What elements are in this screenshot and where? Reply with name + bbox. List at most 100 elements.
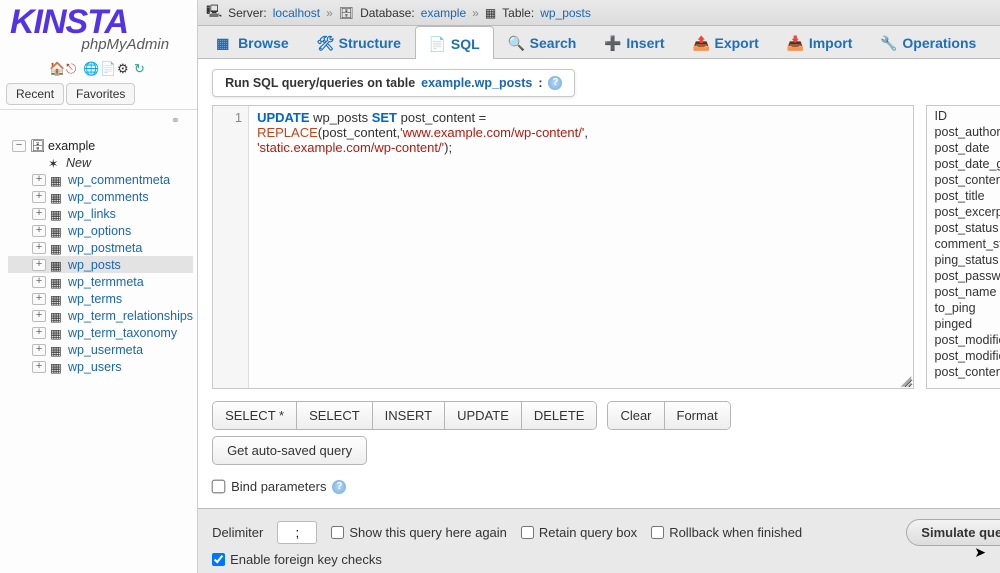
- structure-icon: 🛠: [317, 35, 333, 51]
- tree-table-wp_termmeta[interactable]: +▦wp_termmeta: [8, 273, 193, 290]
- tree-table-wp_terms[interactable]: +▦wp_terms: [8, 290, 193, 307]
- table-icon: ▦: [50, 190, 64, 204]
- exit-icon[interactable]: ⎋: [66, 61, 80, 75]
- expand-icon[interactable]: +: [32, 242, 46, 254]
- expand-icon[interactable]: +: [32, 225, 46, 237]
- expand-icon[interactable]: +: [32, 344, 46, 356]
- update-button[interactable]: UPDATE: [445, 402, 522, 429]
- tab-sql[interactable]: 📄SQL: [415, 26, 494, 59]
- autosaved-query-button[interactable]: Get auto-saved query: [212, 436, 367, 465]
- tree-table-wp_usermeta[interactable]: +▦wp_usermeta: [8, 341, 193, 358]
- help-icon[interactable]: ?: [332, 480, 346, 494]
- search-icon: 🔍: [508, 35, 524, 51]
- column-option[interactable]: post_date: [931, 140, 1000, 156]
- home-icon[interactable]: 🏠: [49, 61, 63, 75]
- column-option[interactable]: ID: [931, 108, 1000, 124]
- recent-tab[interactable]: Recent: [6, 83, 64, 105]
- expand-icon[interactable]: +: [32, 191, 46, 203]
- expand-icon[interactable]: +: [32, 208, 46, 220]
- tab-browse[interactable]: ▦Browse: [202, 26, 303, 58]
- tree-table-wp_posts[interactable]: +▦wp_posts: [8, 256, 193, 273]
- column-option[interactable]: pinged: [931, 316, 1000, 332]
- table-icon: ▦: [50, 292, 64, 306]
- tab-export[interactable]: 📤Export: [678, 26, 772, 58]
- column-option[interactable]: post_status: [931, 220, 1000, 236]
- tree-table-wp_term_relationships[interactable]: +▦wp_term_relationships: [8, 307, 193, 324]
- column-option[interactable]: post_modified_gmt: [931, 348, 1000, 364]
- query-title-link[interactable]: example.wp_posts: [421, 76, 532, 90]
- tree-db[interactable]: − 🗄 example: [8, 137, 193, 154]
- help-icon[interactable]: ?: [548, 76, 562, 90]
- column-option[interactable]: post_modified: [931, 332, 1000, 348]
- table-icon: ▦: [50, 173, 64, 187]
- expand-icon[interactable]: +: [32, 174, 46, 186]
- bind-params-checkbox[interactable]: [212, 480, 226, 494]
- tab-operations[interactable]: 🔧Operations: [866, 26, 990, 58]
- column-option[interactable]: post_author: [931, 124, 1000, 140]
- expand-icon[interactable]: +: [32, 259, 46, 271]
- tree-table-wp_term_taxonomy[interactable]: +▦wp_term_taxonomy: [8, 324, 193, 341]
- foreign-key-checkbox[interactable]: [212, 553, 225, 566]
- tree-table-wp_commentmeta[interactable]: +▦wp_commentmeta: [8, 171, 193, 188]
- link-icon[interactable]: ⚭: [0, 110, 197, 133]
- tree-table-wp_postmeta[interactable]: +▦wp_postmeta: [8, 239, 193, 256]
- clear-button[interactable]: Clear: [608, 402, 664, 429]
- globe-icon[interactable]: 🌐: [83, 61, 97, 75]
- table-icon: ▦: [50, 360, 64, 374]
- tree-table-wp_options[interactable]: +▦wp_options: [8, 222, 193, 239]
- tree-table-wp_users[interactable]: +▦wp_users: [8, 358, 193, 375]
- column-option[interactable]: post_excerpt: [931, 204, 1000, 220]
- query-title: Run SQL query/queries on table example.w…: [212, 69, 575, 97]
- table-icon: ▦: [50, 258, 64, 272]
- delete-button[interactable]: DELETE: [522, 402, 597, 429]
- column-option[interactable]: to_ping: [931, 300, 1000, 316]
- resize-handle-icon[interactable]: ◢: [901, 376, 911, 386]
- breadcrumb-table[interactable]: wp_posts: [540, 6, 591, 20]
- main-tabs: ▦Browse🛠Structure📄SQL🔍Search➕Insert📤Expo…: [198, 26, 1000, 59]
- tab-triggers[interactable]: ⚡Triggers: [990, 26, 1000, 58]
- tab-search[interactable]: 🔍Search: [494, 26, 591, 58]
- columns-list[interactable]: IDpost_authorpost_datepost_date_gmtpost_…: [926, 105, 1000, 389]
- logo: KINSTA phpMyAdmin: [0, 0, 197, 55]
- delimiter-input[interactable]: [277, 521, 317, 544]
- table-icon: ▦: [50, 241, 64, 255]
- expand-icon[interactable]: +: [32, 327, 46, 339]
- collapse-icon[interactable]: −: [12, 140, 26, 152]
- breadcrumb-db[interactable]: example: [421, 6, 466, 20]
- column-option[interactable]: ping_status: [931, 252, 1000, 268]
- column-option[interactable]: post_date_gmt: [931, 156, 1000, 172]
- tree-new[interactable]: ✶ New: [8, 154, 193, 171]
- insert-button[interactable]: INSERT: [373, 402, 445, 429]
- breadcrumb-server[interactable]: localhost: [273, 6, 320, 20]
- reload-icon[interactable]: ↻: [134, 61, 148, 75]
- select-star-button[interactable]: SELECT *: [213, 402, 297, 429]
- expand-icon[interactable]: +: [32, 310, 46, 322]
- new-icon: ✶: [48, 156, 62, 170]
- column-option[interactable]: post_name: [931, 284, 1000, 300]
- tab-structure[interactable]: 🛠Structure: [303, 26, 415, 58]
- tab-insert[interactable]: ➕Insert: [590, 26, 678, 58]
- simulate-query-button[interactable]: Simulate query: [906, 519, 1000, 546]
- gear-icon[interactable]: ⚙: [117, 61, 131, 75]
- select-button[interactable]: SELECT: [297, 402, 373, 429]
- format-button[interactable]: Format: [665, 402, 730, 429]
- column-option[interactable]: post_password: [931, 268, 1000, 284]
- sql-code[interactable]: UPDATE wp_posts SET post_content = REPLA…: [249, 106, 596, 388]
- retain-checkbox[interactable]: [521, 526, 534, 539]
- expand-icon[interactable]: +: [32, 361, 46, 373]
- db-tree: − 🗄 example ✶ New +▦wp_commentmeta+▦wp_c…: [0, 133, 197, 573]
- favorites-tab[interactable]: Favorites: [66, 83, 135, 105]
- docs-icon[interactable]: 📄: [100, 61, 114, 75]
- sql-editor[interactable]: 1 UPDATE wp_posts SET post_content = REP…: [212, 105, 913, 389]
- rollback-checkbox[interactable]: [651, 526, 664, 539]
- expand-icon[interactable]: +: [32, 293, 46, 305]
- column-option[interactable]: comment_status: [931, 236, 1000, 252]
- column-option[interactable]: post_content_filtered: [931, 364, 1000, 380]
- expand-icon[interactable]: +: [32, 276, 46, 288]
- tree-table-wp_comments[interactable]: +▦wp_comments: [8, 188, 193, 205]
- column-option[interactable]: post_content: [931, 172, 1000, 188]
- show-again-checkbox[interactable]: [331, 526, 344, 539]
- column-option[interactable]: post_title: [931, 188, 1000, 204]
- tab-import[interactable]: 📥Import: [773, 26, 867, 58]
- tree-table-wp_links[interactable]: +▦wp_links: [8, 205, 193, 222]
